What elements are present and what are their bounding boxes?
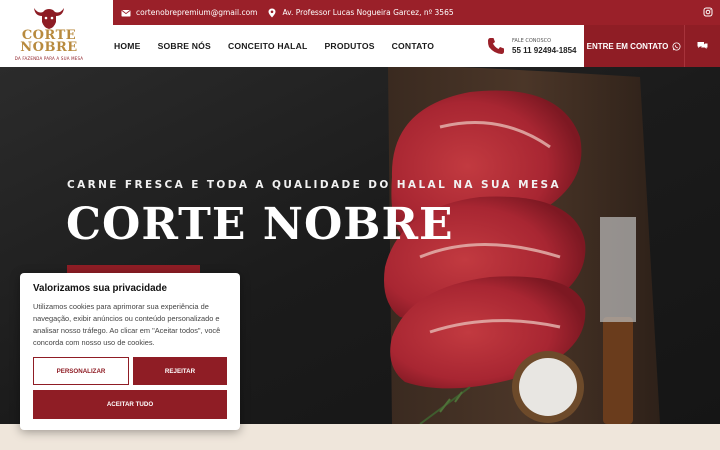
hero-subtitle: CARNE FRESCA E TODA A QUALIDADE DO HALAL… (67, 179, 562, 191)
main-nav: HOME SOBRE NÓS CONCEITO HALAL PRODUTOS C… (113, 25, 483, 67)
nav-produtos[interactable]: PRODUTOS (324, 41, 374, 51)
phone-number: 55 11 92494-1854 (512, 45, 577, 55)
customize-button[interactable]: PERSONALIZAR (33, 357, 129, 385)
chat-bubbles-icon (697, 42, 708, 49)
cookie-title: Valorizamos sua privacidade (33, 283, 167, 294)
site-logo[interactable]: CORTE NOBRE DA FAZENDA PARA A SUA MESA (0, 0, 98, 67)
topbar-address[interactable]: Av. Professor Lucas Nogueira Garcez, nº … (267, 8, 454, 18)
reject-button[interactable]: REJEITAR (133, 357, 227, 385)
phone-icon (487, 38, 504, 54)
logo-text-line2: NOBRE (20, 40, 78, 55)
whatsapp-icon (672, 41, 681, 51)
nav-sobre-nos[interactable]: SOBRE NÓS (158, 41, 211, 51)
cookie-button-row: PERSONALIZAR REJEITAR (33, 357, 227, 385)
phone-contact[interactable]: FALE CONOSCO 55 11 92494-1854 (486, 25, 584, 67)
cookie-text: Utilizamos cookies para aprimorar sua ex… (33, 302, 221, 347)
instagram-icon[interactable] (703, 7, 713, 17)
envelope-icon (121, 9, 131, 16)
cta-label: ENTRE EM CONTATO (586, 41, 669, 51)
location-pin-icon (268, 8, 276, 17)
phone-label: FALE CONOSCO (512, 37, 552, 44)
nav-home[interactable]: HOME (114, 41, 141, 51)
address-text: Av. Professor Lucas Nogueira Garcez, nº … (282, 8, 454, 17)
top-bar: cortenobrepremium@gmail.com Av. Professo… (113, 0, 720, 25)
nav-conceito-halal[interactable]: CONCEITO HALAL (228, 41, 308, 51)
hero-title: CORTE NOBRE (66, 199, 454, 250)
nav-contato[interactable]: CONTATO (392, 41, 434, 51)
contact-cta-button[interactable]: ENTRE EM CONTATO (584, 25, 684, 67)
bull-head-icon (34, 8, 64, 29)
logo-tagline: DA FAZENDA PARA A SUA MESA (14, 56, 84, 61)
email-text: cortenobrepremium@gmail.com (136, 8, 258, 17)
accept-all-button[interactable]: ACEITAR TUDO (33, 390, 227, 419)
chat-button[interactable] (684, 25, 720, 67)
cookie-consent-modal: Valorizamos sua privacidade Utilizamos c… (20, 273, 240, 430)
topbar-email[interactable]: cortenobrepremium@gmail.com (121, 8, 257, 18)
